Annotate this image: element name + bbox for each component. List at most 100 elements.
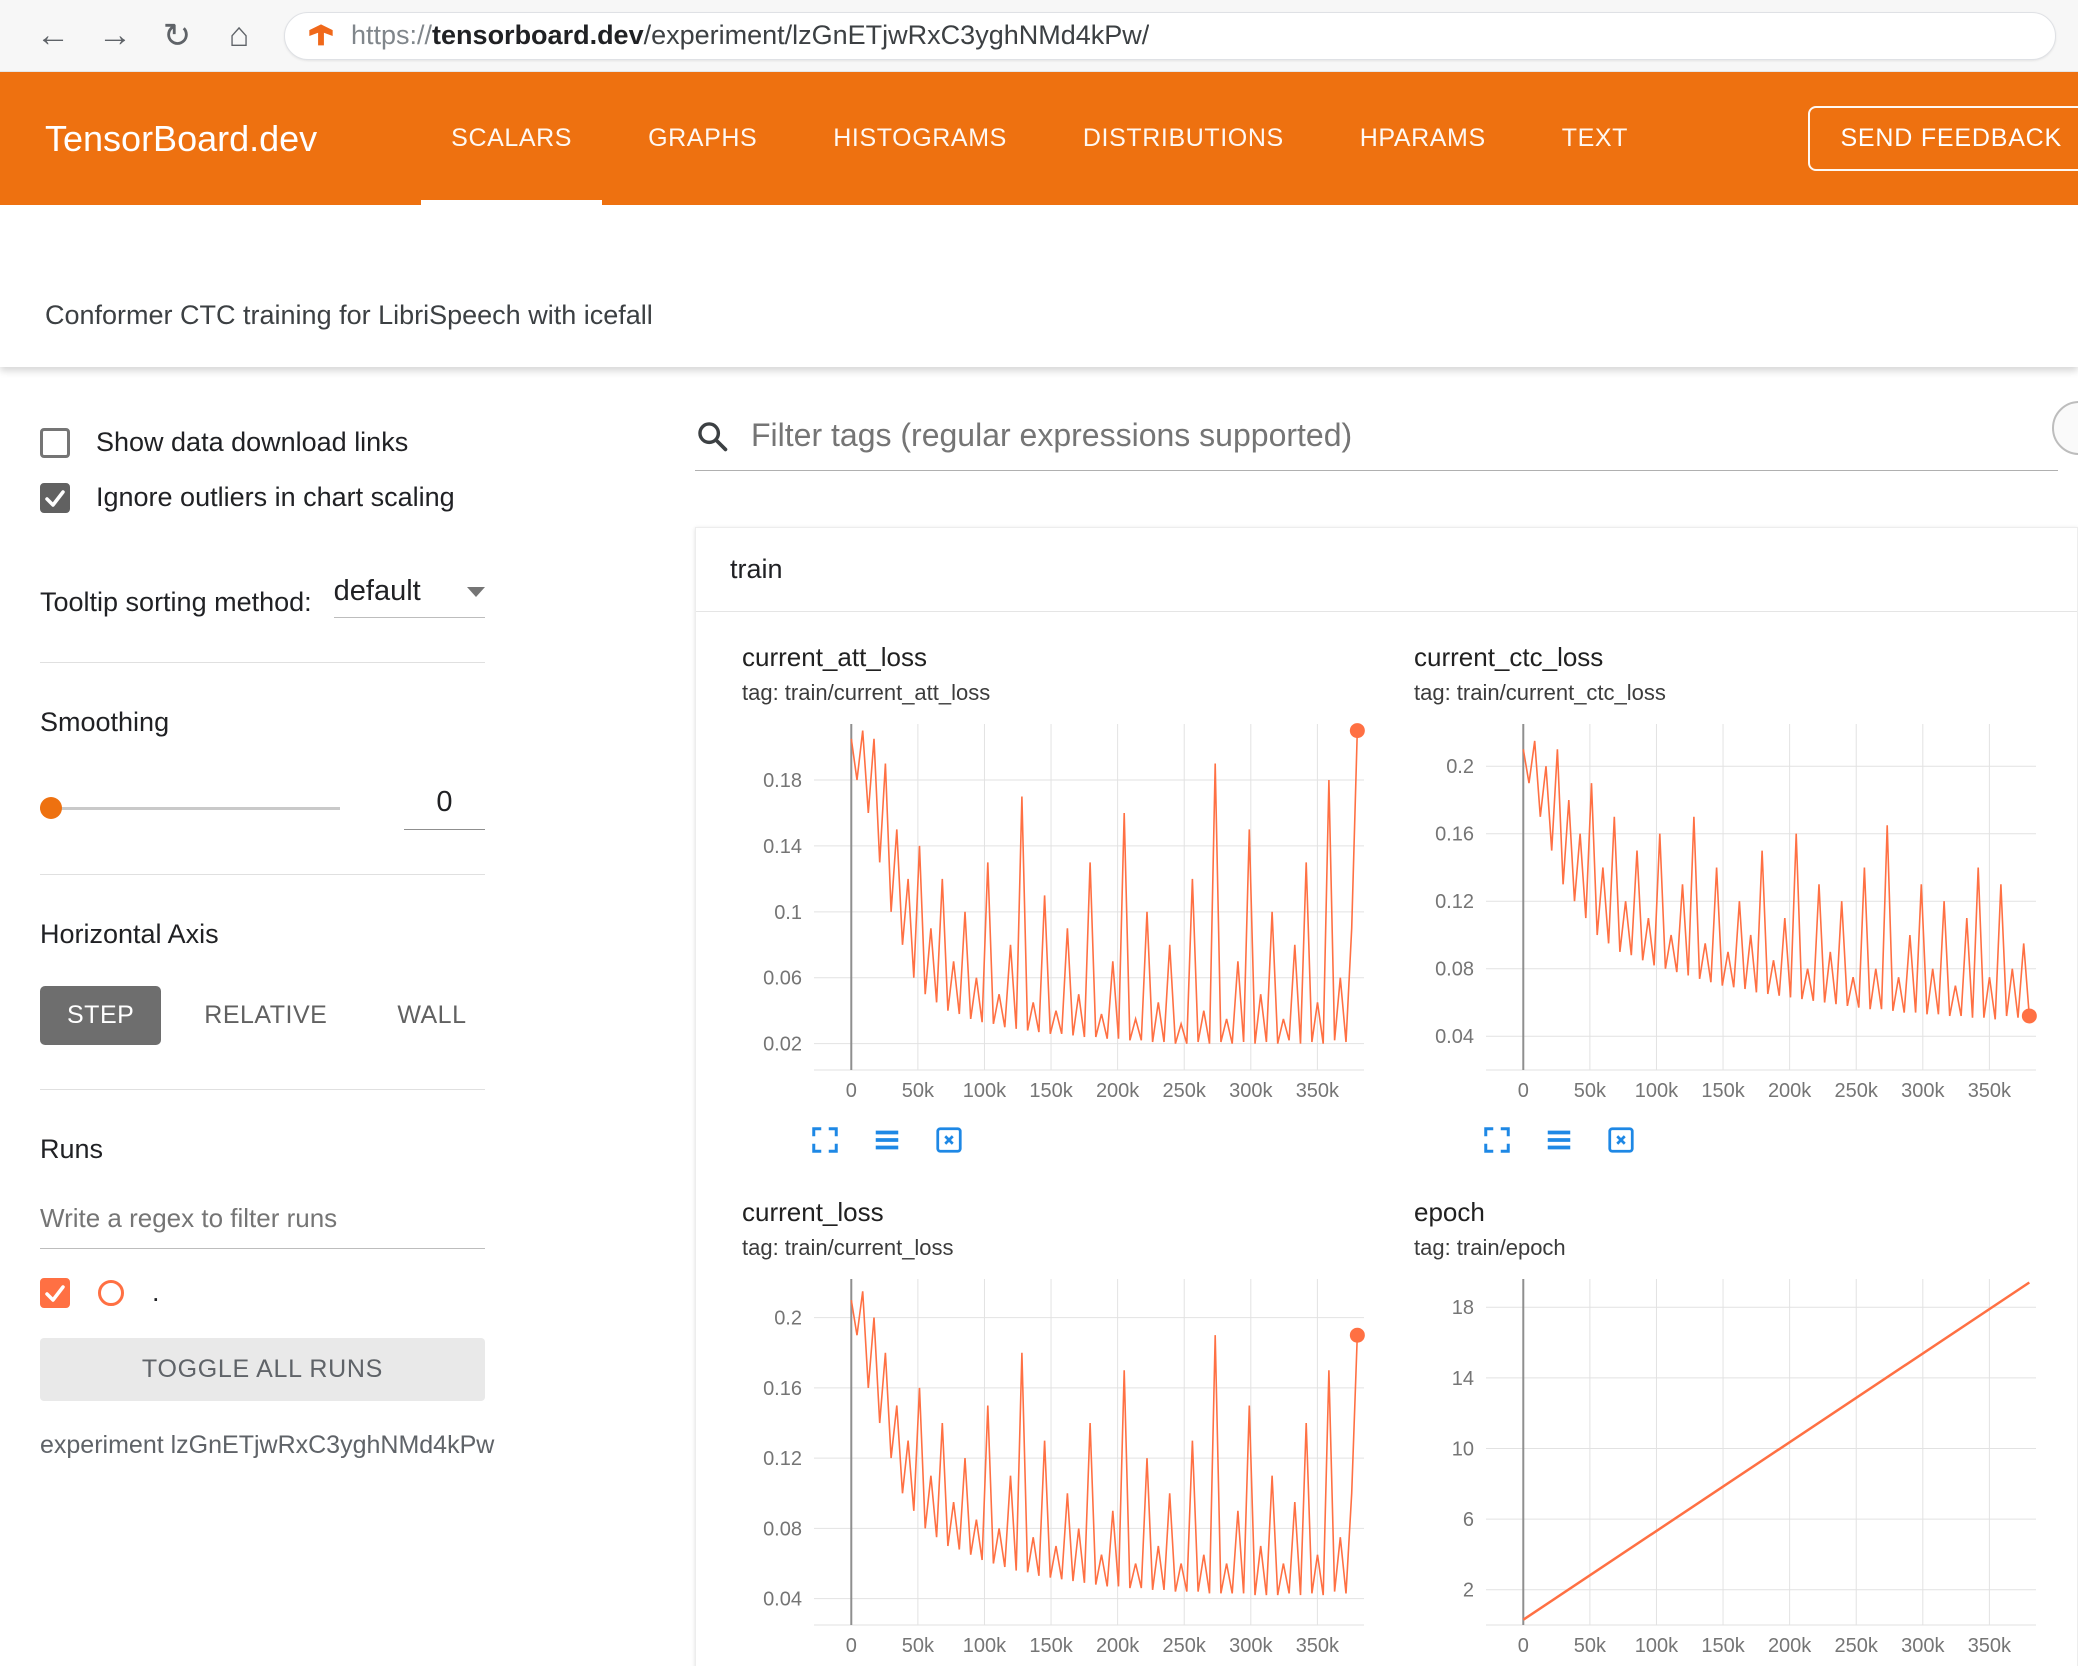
svg-text:0: 0 (1518, 1080, 1529, 1102)
svg-text:150k: 150k (1029, 1635, 1073, 1657)
slider-track (40, 807, 340, 810)
send-feedback-button[interactable]: SEND FEEDBACK (1808, 106, 2078, 171)
tooltip-sort-label: Tooltip sorting method: (40, 587, 312, 617)
axis-step-button[interactable]: STEP (40, 986, 162, 1045)
url-domain: tensorboard.dev (432, 20, 644, 50)
svg-text:200k: 200k (1096, 1080, 1140, 1102)
reload-icon[interactable]: ↻ (146, 16, 208, 56)
horizontal-axis-label: Horizontal Axis (40, 919, 219, 949)
svg-text:100k: 100k (963, 1080, 1007, 1102)
back-icon[interactable]: ← (22, 16, 84, 55)
smoothing-value[interactable]: 0 (404, 786, 485, 830)
chart-current-ctc-loss: current_ctc_loss tag: train/current_ctc_… (1414, 642, 2078, 1155)
svg-text:0.16: 0.16 (763, 1378, 802, 1400)
toggle-all-runs-button[interactable]: TOGGLE ALL RUNS (40, 1338, 485, 1401)
svg-text:250k: 250k (1163, 1080, 1207, 1102)
divider (40, 1089, 485, 1090)
slider-thumb-icon[interactable] (40, 797, 62, 819)
content-area: Show data download links Ignore outliers… (0, 367, 2078, 1666)
experiment-id: experiment lzGnETjwRxC3yghNMd4kPw (40, 1431, 495, 1459)
show-download-links-toggle[interactable]: Show data download links (40, 427, 485, 458)
chart-tag: tag: train/current_att_loss (742, 680, 991, 705)
address-bar[interactable]: https://tensorboard.dev/experiment/lzGnE… (284, 11, 2056, 60)
runs-filter-input[interactable] (40, 1189, 485, 1249)
tensorboard-dev-page: ← → ↻ ⌂ https://tensorboard.dev/experime… (0, 0, 2078, 1666)
tensorboard-favicon (309, 23, 333, 45)
app-header: TensorBoard.dev SCALARS GRAPHS HISTOGRAM… (0, 72, 2078, 205)
fullscreen-icon[interactable] (1482, 1125, 1512, 1155)
svg-text:0.04: 0.04 (763, 1589, 802, 1611)
svg-text:0.14: 0.14 (763, 836, 802, 858)
section-train[interactable]: train (696, 528, 2077, 612)
svg-text:100k: 100k (963, 1635, 1007, 1657)
svg-text:300k: 300k (1229, 1635, 1273, 1657)
forward-icon[interactable]: → (84, 16, 146, 55)
tab-distributions[interactable]: DISTRIBUTIONS (1045, 72, 1322, 205)
svg-text:0.08: 0.08 (763, 1518, 802, 1540)
chart-title: current_att_loss (742, 642, 927, 672)
chart-plot[interactable]: 0 50k 100k 150k 200k 250k 300k 350k 0.18 0.14 0.1 0… (742, 714, 1414, 1111)
fullscreen-icon[interactable] (810, 1125, 840, 1155)
tab-histograms[interactable]: HISTOGRAMS (795, 72, 1045, 205)
checkbox-label: Show data download links (96, 427, 409, 457)
fit-domain-icon[interactable] (1606, 1125, 1636, 1155)
tab-scalars[interactable]: SCALARS (413, 72, 610, 205)
divider (40, 662, 485, 663)
chart-current-att-loss: current_att_loss tag: train/current_att_… (742, 642, 1414, 1155)
chart-title: current_loss (742, 1197, 884, 1227)
tooltip-sort-value: default (333, 575, 421, 607)
checkbox-unchecked-icon (40, 427, 70, 458)
svg-text:10: 10 (1452, 1438, 1474, 1460)
tab-graphs[interactable]: GRAPHS (610, 72, 795, 205)
filter-tags-row (695, 417, 2058, 471)
run-checkbox-icon[interactable] (40, 1277, 70, 1308)
chart-toolbar (1482, 1125, 2078, 1155)
divider (40, 874, 485, 875)
svg-text:150k: 150k (1029, 1080, 1073, 1102)
svg-text:250k: 250k (1835, 1635, 1879, 1657)
tab-hparams[interactable]: HPARAMS (1322, 72, 1524, 205)
run-name: . (152, 1277, 160, 1307)
svg-text:150k: 150k (1701, 1635, 1745, 1657)
fit-domain-icon[interactable] (934, 1125, 964, 1155)
svg-text:350k: 350k (1968, 1635, 2012, 1657)
axis-wall-button[interactable]: WALL (370, 986, 493, 1045)
home-icon[interactable]: ⌂ (208, 16, 270, 55)
tab-text[interactable]: TEXT (1524, 72, 1666, 205)
run-color-icon[interactable] (98, 1279, 124, 1306)
svg-text:18: 18 (1452, 1297, 1474, 1319)
chart-plot[interactable]: 0 50k 100k 150k 200k 250k 300k 350k 0.2 0.16 0.12 0… (1414, 714, 2078, 1111)
svg-text:200k: 200k (1096, 1635, 1140, 1657)
svg-text:0.2: 0.2 (774, 1308, 802, 1330)
smoothing-slider[interactable] (40, 797, 340, 819)
ignore-outliers-toggle[interactable]: Ignore outliers in chart scaling (40, 482, 485, 513)
svg-text:300k: 300k (1901, 1080, 1945, 1102)
runs-list-icon[interactable] (1544, 1125, 1574, 1155)
chart-title: epoch (1414, 1197, 1485, 1227)
url-path: /experiment/lzGnETjwRxC3yghNMd4kPw/ (643, 20, 1150, 50)
svg-text:0.08: 0.08 (1435, 959, 1474, 981)
tooltip-sort-dropdown[interactable]: default (333, 575, 485, 618)
filter-tags-input[interactable] (751, 417, 2058, 454)
svg-text:300k: 300k (1901, 1635, 1945, 1657)
chart-current-loss: current_loss tag: train/current_loss 0 50… (742, 1197, 1414, 1666)
top-nav: SCALARS GRAPHS HISTOGRAMS DISTRIBUTIONS … (413, 72, 1666, 205)
svg-text:300k: 300k (1229, 1080, 1273, 1102)
chart-plot[interactable]: 0 50k 100k 150k 200k 250k 300k 350k 18 14 10 6 2 (1414, 1269, 2078, 1666)
experiment-title-bar: Conformer CTC training for LibriSpeech w… (0, 205, 2078, 367)
chart-tag: tag: train/epoch (1414, 1235, 1566, 1260)
svg-text:350k: 350k (1296, 1635, 1340, 1657)
svg-text:0.02: 0.02 (763, 1034, 802, 1056)
chart-title: current_ctc_loss (1414, 642, 1604, 672)
chart-grid: current_att_loss tag: train/current_att_… (696, 612, 2077, 1666)
svg-text:250k: 250k (1835, 1080, 1879, 1102)
svg-text:200k: 200k (1768, 1635, 1812, 1657)
chart-plot[interactable]: 0 50k 100k 150k 200k 250k 300k 350k 0.2 0.16 0.12 0… (742, 1269, 1414, 1666)
svg-text:250k: 250k (1163, 1635, 1207, 1657)
runs-list-icon[interactable] (872, 1125, 902, 1155)
axis-relative-button[interactable]: RELATIVE (177, 986, 354, 1045)
app-title: TensorBoard.dev (45, 117, 318, 159)
settings-sidebar: Show data download links Ignore outliers… (0, 367, 645, 1666)
runs-label: Runs (40, 1134, 104, 1164)
svg-text:0: 0 (1518, 1635, 1529, 1657)
